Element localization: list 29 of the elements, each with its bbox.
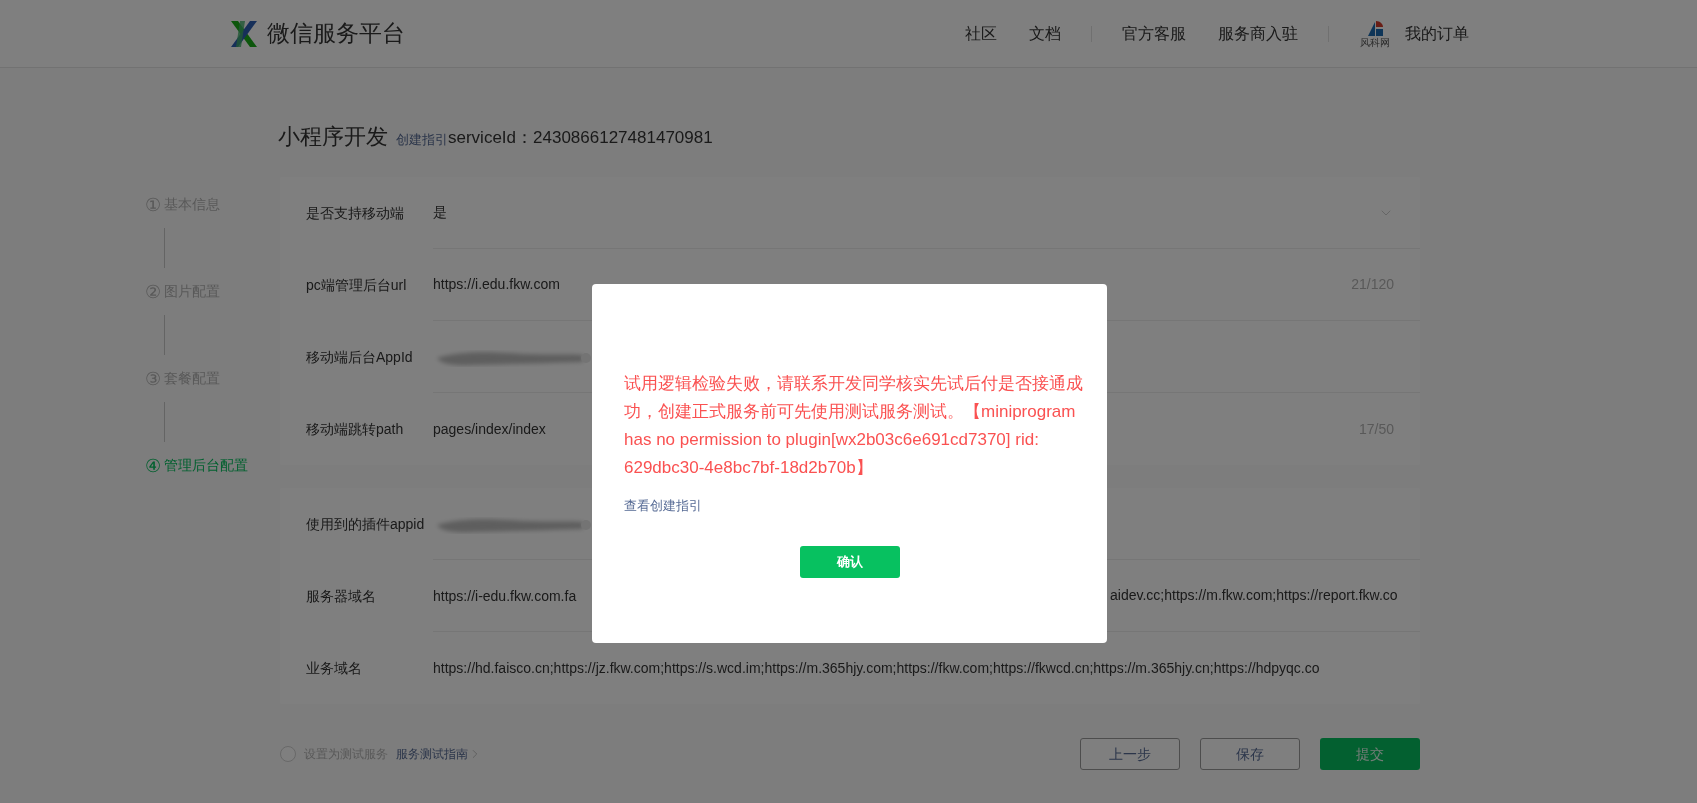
page-title: 小程序开发 (278, 123, 388, 151)
confirm-button[interactable]: 确认 (799, 545, 900, 578)
action-button[interactable]: 保存 (1200, 738, 1300, 770)
field-label: 服务器域名 (306, 586, 377, 606)
field-label: 移动端跳转path (306, 419, 405, 439)
service-id: serviceId：2430866127481470981 (448, 126, 713, 149)
logo-icon (228, 19, 259, 48)
field-label: 使用到的插件appid (306, 514, 426, 534)
field-label: 移动端后台AppId (306, 347, 414, 367)
field-value: aidev.cc;https://m.fkw.com;https://report.fkw.co (1110, 586, 1398, 605)
step-item[interactable]: ④ 管理后台配置 (145, 455, 280, 476)
orders-link[interactable]: 我的订单 (1404, 21, 1469, 46)
test-guide-link[interactable]: 服务测试指南 (396, 745, 482, 763)
nav-link[interactable]: 社区 (964, 21, 997, 46)
account-logo[interactable]: 风科网 (1358, 19, 1391, 48)
error-message: 试用逻辑检验失败，请联系开发同学核实先试后付是否接通成功，创建正式服务前可先使用测试服务测试。【miniprogram has no permission to plugin[wx2b03c6e691cd7370] rid: 629dbc30-4e8bc7bf-18d2b70b】 (624, 373, 1084, 479)
nav-link[interactable]: 服务商入驻 (1217, 21, 1298, 46)
action-button[interactable]: 上一步 (1080, 738, 1180, 770)
guide-link[interactable]: 创建指引 (396, 129, 448, 149)
field-value: https://i-edu.fkw.com.fa (433, 587, 577, 604)
brand-name[interactable]: 微信服务平台 (266, 16, 405, 51)
nav-link[interactable]: 官方客服 (1121, 21, 1186, 46)
field-label: pc端管理后台url (306, 275, 408, 295)
select-value[interactable]: 是 (433, 202, 1378, 223)
field-label: 是否支持移动端 (306, 203, 405, 223)
create-guide-link[interactable]: 查看创建指引 (624, 496, 702, 516)
field-label: 业务域名 (306, 658, 363, 678)
field-value: https://hd.faisco.cn;https://jz.fkw.com;https://s.wcd.im;https://m.365hjy.com;https://fkw.com;https://fkwcd.cn;https://m.365hjy.cn;https://hdpyqc.co (433, 658, 1320, 678)
nav-link[interactable]: 文档 (1028, 21, 1061, 46)
